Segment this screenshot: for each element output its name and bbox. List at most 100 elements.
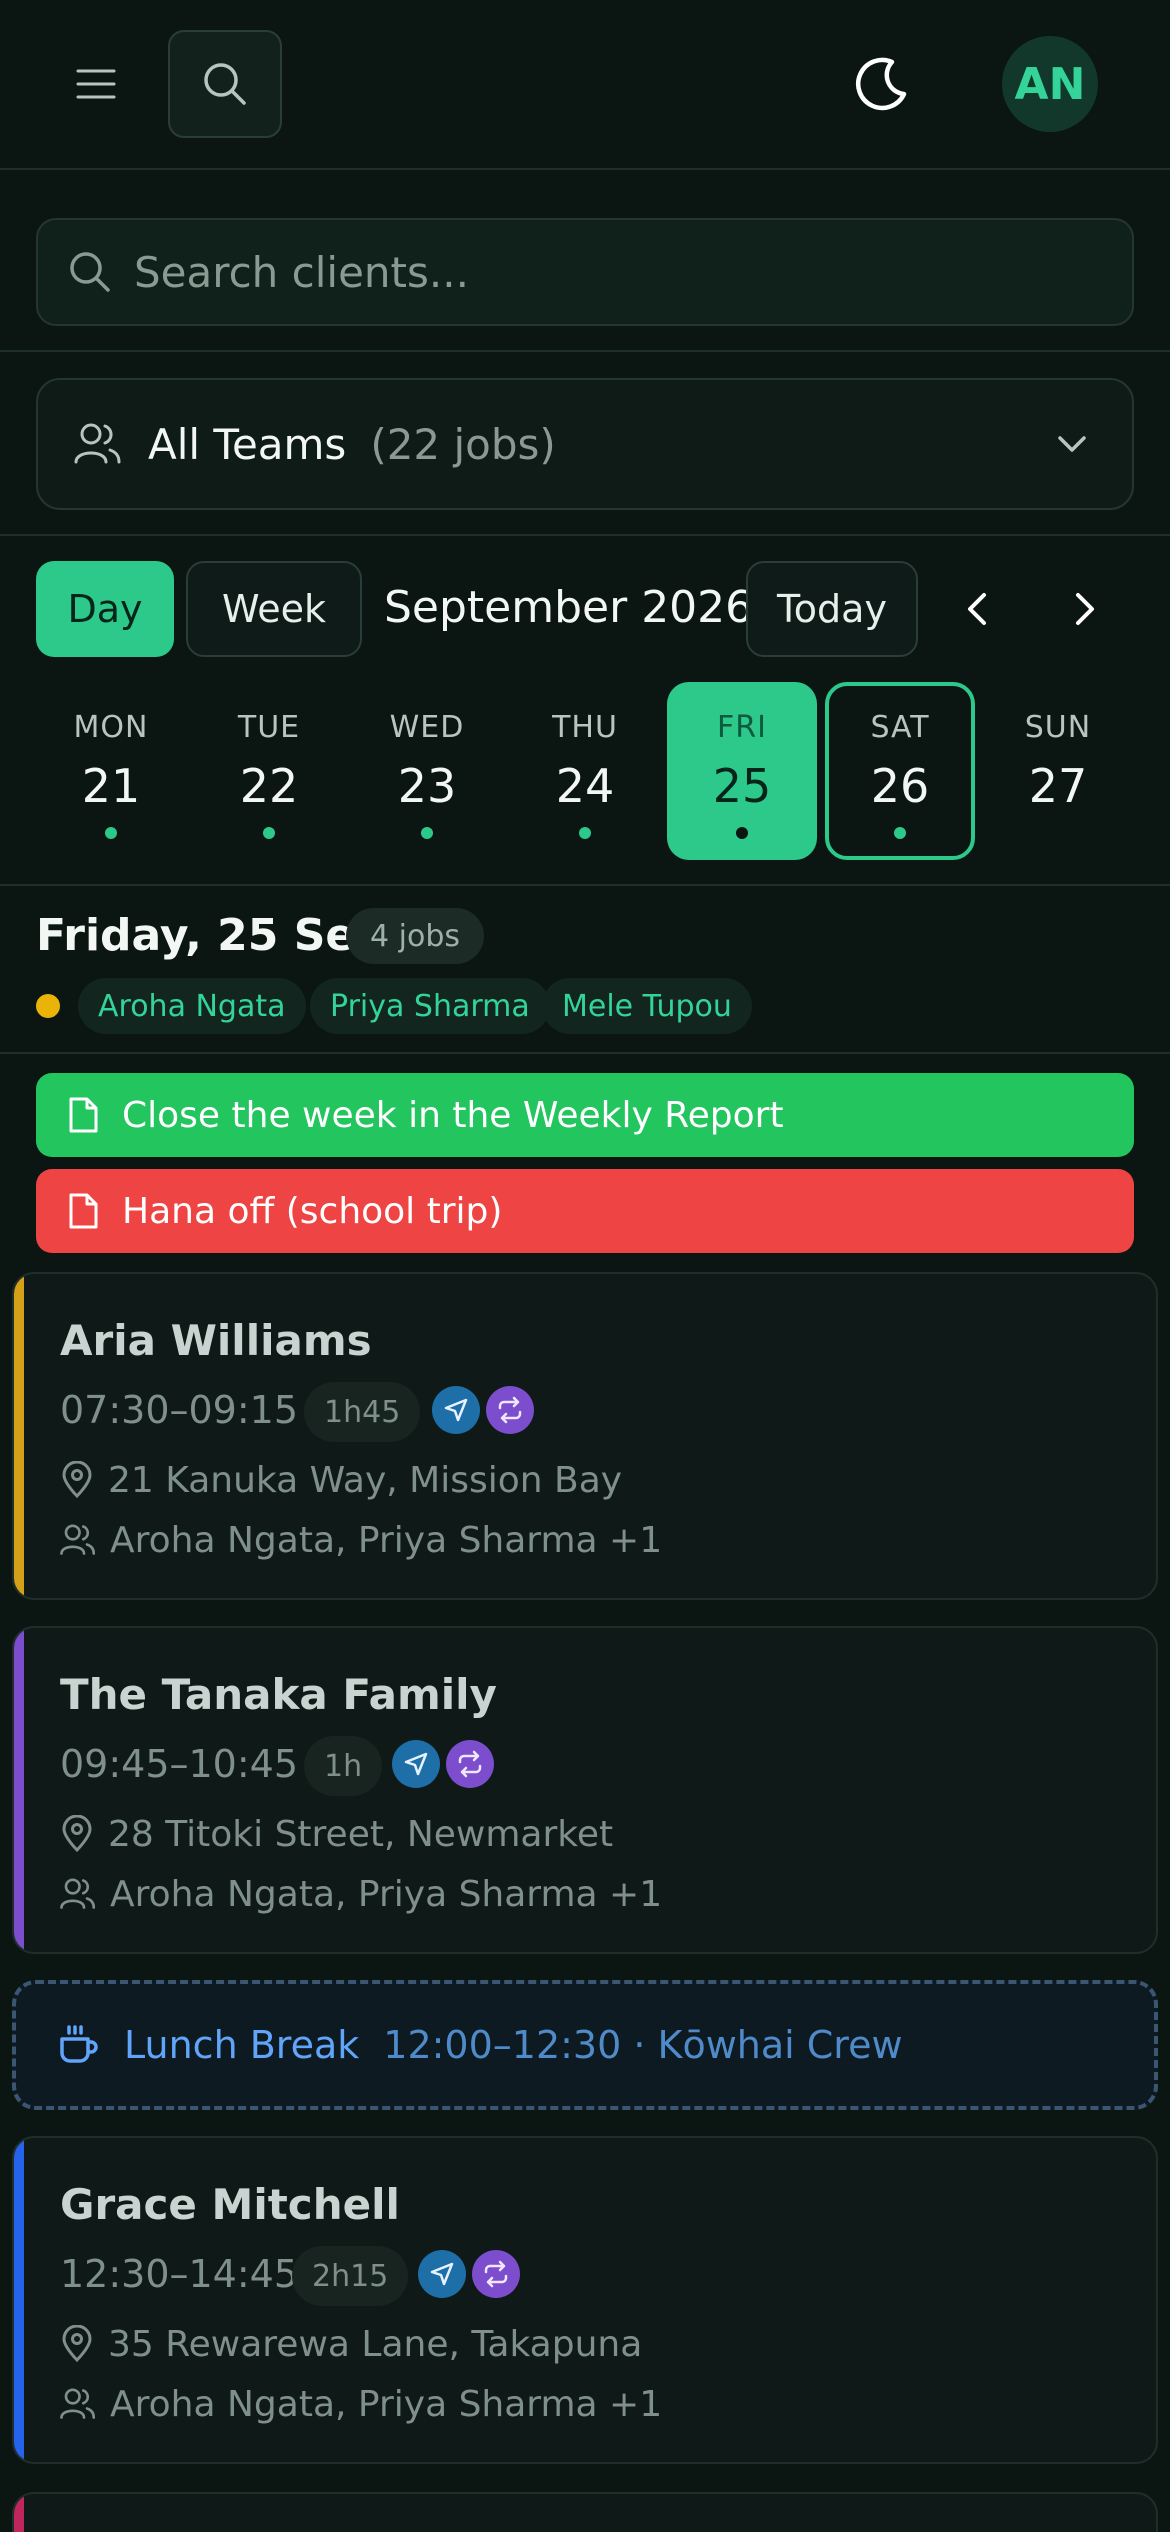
day-sun[interactable]: SUN 27 [983, 682, 1133, 860]
team-filter-label: All Teams [148, 419, 347, 469]
job-team-text: Aroha Ngata, Priya Sharma +1 [110, 2383, 663, 2425]
notice-banner-weekly-report[interactable]: Close the week in the Weekly Report [36, 1073, 1134, 1157]
next-week-button[interactable] [1054, 570, 1114, 648]
file-icon [69, 1193, 98, 1229]
lunch-break-detail: 12:00–12:30 · Kōwhai Crew [383, 2023, 903, 2067]
day-date: 22 [239, 759, 299, 813]
navigate-badge[interactable] [418, 2250, 466, 2298]
team-filter-select[interactable]: All Teams (22 jobs) [36, 378, 1134, 510]
navigate-badge[interactable] [392, 1740, 440, 1788]
job-time: 09:45–10:45 [60, 1742, 299, 1786]
navigation-arrow-icon [430, 2262, 454, 2286]
users-icon [74, 423, 121, 464]
jobs-indicator-dot [105, 827, 117, 839]
staff-chip[interactable]: Mele Tupou [542, 978, 752, 1034]
day-date: 21 [81, 759, 141, 813]
view-week-button[interactable]: Week [186, 561, 362, 657]
job-address: 35 Rewarewa Lane, Takapuna [60, 2320, 642, 2368]
recurring-badge [472, 2250, 520, 2298]
notice-banner-staff-off[interactable]: Hana off (school trip) [36, 1169, 1134, 1253]
users-icon [60, 1524, 96, 1555]
selected-date-title: Friday, 25 Sep [36, 910, 387, 961]
day-date: 25 [712, 759, 772, 813]
repeat-icon [484, 2260, 508, 2288]
navigation-arrow-icon [404, 1752, 428, 1776]
staff-chip[interactable]: Priya Sharma [310, 978, 550, 1034]
file-icon [69, 1097, 98, 1133]
job-team: Aroha Ngata, Priya Sharma +1 [60, 1870, 662, 1918]
day-fri[interactable]: FRI 25 [667, 682, 817, 860]
day-sat[interactable]: SAT 26 [825, 682, 975, 860]
navigate-badge[interactable] [432, 1386, 480, 1434]
date-header-divider [0, 1052, 1170, 1054]
day-date: 26 [870, 759, 930, 813]
day-thu[interactable]: THU 24 [510, 682, 660, 860]
recurring-badge [446, 1740, 494, 1788]
job-accent-bar [14, 1628, 24, 1952]
filter-divider [0, 534, 1170, 536]
job-card[interactable]: The Tanaka Family 09:45–10:45 1h 28 Tito… [12, 1626, 1158, 1954]
avatar[interactable]: AN [1002, 36, 1098, 132]
job-card[interactable] [12, 2492, 1158, 2532]
job-address-text: 35 Rewarewa Lane, Takapuna [108, 2323, 643, 2365]
view-day-button[interactable]: Day [36, 561, 174, 657]
lunch-break-title: Lunch Break [124, 2023, 360, 2067]
search-button[interactable] [168, 30, 282, 138]
job-accent-bar [14, 2494, 24, 2532]
chevron-down-icon [1058, 436, 1086, 452]
status-dot [36, 994, 60, 1018]
search-icon [70, 252, 110, 292]
chevron-right-icon [1076, 593, 1094, 625]
coffee-cup-icon [60, 2025, 98, 2063]
job-team: Aroha Ngata, Priya Sharma +1 [60, 1516, 662, 1564]
repeat-icon [498, 1396, 522, 1424]
calendar-divider [0, 884, 1170, 886]
day-name: SAT [870, 710, 930, 745]
banner-text: Close the week in the Weekly Report [122, 1094, 784, 1136]
client-search[interactable] [36, 218, 1134, 326]
job-card[interactable]: Grace Mitchell 12:30–14:45 2h15 35 Rewar… [12, 2136, 1158, 2464]
job-address: 28 Titoki Street, Newmarket [60, 1810, 613, 1858]
today-button[interactable]: Today [746, 561, 918, 657]
lunch-break-block[interactable]: Lunch Break 12:00–12:30 · Kōwhai Crew [12, 1980, 1158, 2110]
job-card[interactable]: Aria Williams 07:30–09:15 1h45 21 Kanuka… [12, 1272, 1158, 1600]
search-divider [0, 350, 1170, 352]
day-tue[interactable]: TUE 22 [194, 682, 344, 860]
job-team-text: Aroha Ngata, Priya Sharma +1 [110, 1873, 663, 1915]
header-divider [0, 168, 1170, 170]
job-team-text: Aroha Ngata, Priya Sharma +1 [110, 1519, 663, 1561]
jobs-indicator-dot [421, 827, 433, 839]
job-time: 07:30–09:15 [60, 1388, 299, 1432]
theme-toggle-button[interactable] [848, 52, 914, 118]
team-filter-count: (22 jobs) [370, 419, 556, 469]
day-date: 23 [397, 759, 457, 813]
banner-text: Hana off (school trip) [122, 1190, 503, 1232]
users-icon [60, 2388, 96, 2419]
recurring-badge [486, 1386, 534, 1434]
jobs-indicator-dot [736, 827, 748, 839]
moon-icon [855, 57, 907, 111]
map-pin-icon [62, 1461, 92, 1499]
job-duration-badge: 1h45 [304, 1382, 421, 1442]
day-name: SUN [1024, 710, 1092, 745]
search-icon [204, 63, 246, 105]
day-date: 24 [555, 759, 615, 813]
chevron-left-icon [968, 593, 986, 625]
month-title: September 2026 [384, 582, 754, 633]
navigation-arrow-icon [444, 1398, 468, 1422]
day-mon[interactable]: MON 21 [36, 682, 186, 860]
job-duration-badge: 2h15 [292, 2246, 409, 2306]
users-icon [60, 1878, 96, 1909]
prev-week-button[interactable] [948, 570, 1008, 648]
day-name: MON [73, 710, 149, 745]
day-name: WED [389, 710, 465, 745]
jobs-indicator-dot [263, 827, 275, 839]
job-duration-badge: 1h [304, 1736, 383, 1796]
menu-button[interactable] [66, 54, 126, 114]
search-input[interactable] [134, 247, 1034, 297]
job-address-text: 28 Titoki Street, Newmarket [108, 1813, 614, 1855]
day-name: THU [552, 710, 618, 745]
job-address: 21 Kanuka Way, Mission Bay [60, 1456, 622, 1504]
day-wed[interactable]: WED 23 [352, 682, 502, 860]
staff-chip[interactable]: Aroha Ngata [78, 978, 306, 1034]
